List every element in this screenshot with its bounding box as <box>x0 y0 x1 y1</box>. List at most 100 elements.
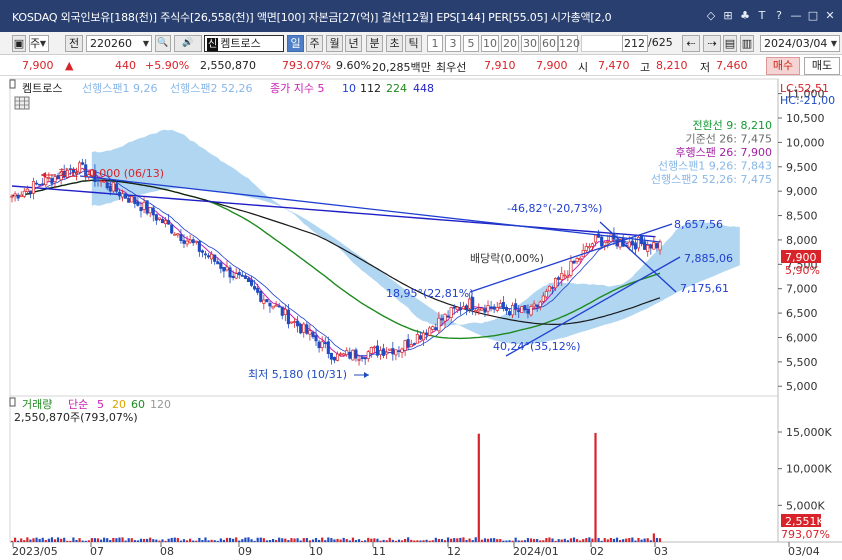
price-tick-label: 10,000 <box>786 136 825 149</box>
interval-tab-10[interactable]: 10 <box>481 35 499 52</box>
candle-body <box>600 236 604 247</box>
candle-body <box>557 277 561 280</box>
candle-body <box>360 357 364 359</box>
open-price: 7,470 <box>598 59 630 72</box>
volume-bar <box>557 539 560 542</box>
volume-bar <box>146 538 149 542</box>
volume-bar <box>299 540 302 542</box>
candle-body <box>25 188 29 192</box>
club-icon[interactable]: ♣ <box>737 8 753 24</box>
period-tab-2[interactable]: 월 <box>326 35 343 52</box>
candle-body <box>194 240 198 243</box>
interval-tab-20[interactable]: 20 <box>501 35 519 52</box>
date-input[interactable]: 2024/03/04 <box>760 35 840 52</box>
volume-bar <box>391 539 394 542</box>
candle-body <box>335 353 340 361</box>
volume-bar <box>649 540 652 542</box>
buy-button[interactable]: 매수 <box>766 57 800 75</box>
close-button[interactable]: ✕ <box>822 8 838 24</box>
help-icon[interactable]: ? <box>771 8 787 24</box>
print-icon[interactable]: ▥ <box>740 35 754 52</box>
volume-bar <box>652 533 655 542</box>
candle-body <box>385 351 389 355</box>
volume-bar <box>385 540 388 542</box>
link-icon[interactable]: ◇ <box>703 8 719 24</box>
candle-body <box>412 343 416 345</box>
zoom-out-icon[interactable]: ⇠ <box>682 35 700 52</box>
period-tab-6[interactable]: 틱 <box>405 35 422 52</box>
volume-bar <box>379 540 382 542</box>
period-tab-3[interactable]: 년 <box>345 35 362 52</box>
count-input[interactable]: 212 <box>622 35 648 52</box>
candle-body <box>486 305 490 312</box>
prev-button[interactable]: 전 <box>65 35 83 52</box>
price-tick-label: 6,000 <box>786 331 818 344</box>
save-icon[interactable]: ▤ <box>723 35 737 52</box>
spacer-field[interactable] <box>581 35 623 52</box>
volume-bar <box>293 538 296 542</box>
candle-body <box>102 180 106 183</box>
candle-body <box>277 305 281 308</box>
interval-tab-3[interactable]: 3 <box>445 35 461 52</box>
candle-body <box>206 255 211 258</box>
candle-body <box>489 306 493 309</box>
date-tick-label: 08 <box>160 545 174 558</box>
zoom-in-icon[interactable]: ⇢ <box>703 35 721 52</box>
code-input[interactable]: 220260 <box>86 35 152 52</box>
volume-bar <box>213 540 216 542</box>
volume-bar <box>182 539 186 542</box>
candle-body <box>627 241 631 248</box>
candle-body <box>458 307 462 311</box>
candle-body <box>418 335 423 340</box>
period-tab-0[interactable]: 일 <box>287 35 304 52</box>
volume-bar <box>579 540 582 542</box>
market-select[interactable]: 주 <box>29 35 49 52</box>
volume-bar <box>170 537 173 542</box>
candle-body <box>157 217 161 220</box>
interval-tab-120[interactable]: 120 <box>558 35 580 52</box>
interval-tab-1[interactable]: 1 <box>427 35 443 52</box>
interval-tab-30[interactable]: 30 <box>521 35 539 52</box>
volume-bar <box>41 537 44 542</box>
interval-tab-5[interactable]: 5 <box>463 35 479 52</box>
price-tick-label: 10,500 <box>786 112 825 125</box>
minimize-button[interactable]: — <box>788 8 804 24</box>
volume-bar <box>477 433 480 542</box>
volume-bar <box>247 537 250 542</box>
candle-body <box>514 303 518 310</box>
volume-bar <box>305 538 308 542</box>
current-price: 7,900 <box>22 59 54 72</box>
volume-value: 2,550,870 <box>200 59 256 72</box>
search-icon[interactable]: 🔍 <box>155 35 171 52</box>
volume-bar <box>90 538 93 542</box>
sell-button[interactable]: 매도 <box>804 57 840 75</box>
ichimoku-value-1: 기준선 26: 7,475 <box>685 133 772 146</box>
grid-table-icon[interactable] <box>14 96 30 110</box>
maximize-button[interactable]: □ <box>805 8 821 24</box>
stock-name-field[interactable]: 신 켐트로스 <box>204 35 284 52</box>
window-buttons: ◇ ⊞ ♣ T ? — □ ✕ <box>703 8 838 24</box>
period-tab-4[interactable]: 분 <box>366 35 383 52</box>
candle-body <box>452 306 456 309</box>
layout-icon[interactable]: ⊞ <box>720 8 736 24</box>
settings-icon[interactable]: ▣ <box>12 35 26 52</box>
volume-bar <box>603 538 606 542</box>
candle-body <box>406 339 410 348</box>
chart-area[interactable]: 11,00010,50010,0009,5009,0008,5008,0007,… <box>0 76 842 560</box>
price-tick-label: 5,500 <box>786 356 818 369</box>
candle-body <box>148 207 152 214</box>
volume-bar <box>523 540 526 542</box>
candle-body <box>474 309 478 312</box>
volume-bar <box>486 538 490 542</box>
sound-icon[interactable]: 🔊 <box>174 35 202 52</box>
candle-body <box>394 349 398 356</box>
text-icon[interactable]: T <box>754 8 770 24</box>
candle-body <box>501 301 505 310</box>
volume-bar <box>327 537 330 542</box>
volume-bar <box>517 540 520 542</box>
period-tab-5[interactable]: 초 <box>386 35 403 52</box>
period-tab-1[interactable]: 주 <box>306 35 323 52</box>
interval-tab-60[interactable]: 60 <box>540 35 558 52</box>
candle-body <box>38 183 42 186</box>
candle-body <box>511 305 515 316</box>
